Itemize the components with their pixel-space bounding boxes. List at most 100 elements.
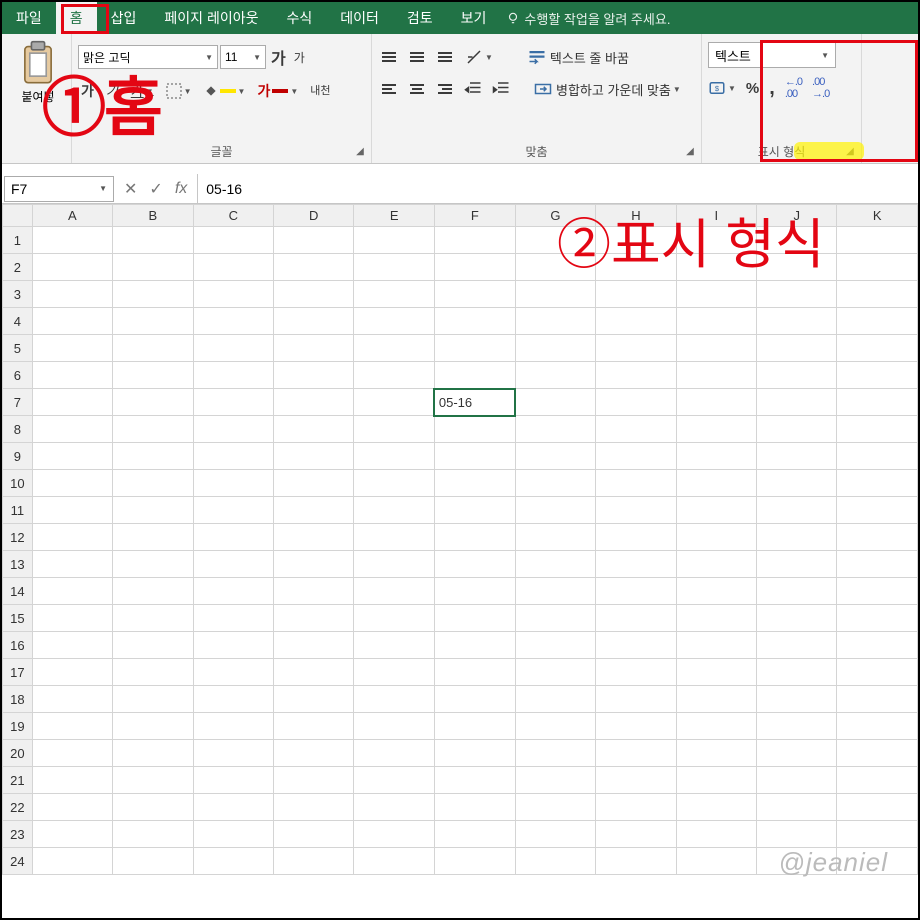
cell[interactable] <box>757 659 837 686</box>
cell[interactable] <box>434 848 515 875</box>
cell[interactable] <box>676 227 756 254</box>
align-left-button[interactable] <box>378 79 400 99</box>
cell[interactable] <box>113 821 193 848</box>
cell[interactable] <box>434 767 515 794</box>
cell[interactable] <box>113 470 193 497</box>
cell[interactable] <box>757 686 837 713</box>
cell[interactable] <box>757 578 837 605</box>
cell[interactable] <box>515 443 595 470</box>
cell[interactable] <box>837 227 918 254</box>
cell[interactable] <box>515 470 595 497</box>
tab-insert[interactable]: 삽입 <box>97 2 151 34</box>
underline-button[interactable]: 가▼ <box>128 81 157 101</box>
paste-icon[interactable] <box>17 40 59 86</box>
align-bottom-button[interactable] <box>434 47 456 67</box>
cell[interactable] <box>113 659 193 686</box>
cell[interactable] <box>354 632 434 659</box>
cell[interactable] <box>193 524 273 551</box>
cell[interactable] <box>193 551 273 578</box>
cell[interactable] <box>757 524 837 551</box>
cell[interactable] <box>434 605 515 632</box>
cell[interactable] <box>193 713 273 740</box>
row-header[interactable]: 17 <box>3 659 33 686</box>
cell[interactable] <box>274 578 354 605</box>
tab-data[interactable]: 데이터 <box>326 2 393 34</box>
cell[interactable] <box>676 497 756 524</box>
cell[interactable] <box>434 524 515 551</box>
cell[interactable] <box>274 281 354 308</box>
cell[interactable] <box>676 632 756 659</box>
cell[interactable] <box>113 335 193 362</box>
cell[interactable] <box>354 605 434 632</box>
cell[interactable] <box>193 794 273 821</box>
column-header[interactable]: H <box>596 205 676 227</box>
cell[interactable] <box>434 713 515 740</box>
row-header[interactable]: 16 <box>3 632 33 659</box>
cell[interactable] <box>113 578 193 605</box>
cell[interactable] <box>837 335 918 362</box>
cell[interactable] <box>274 254 354 281</box>
increase-decimal-button[interactable]: ←.0.00 <box>785 76 802 100</box>
cell[interactable] <box>32 254 112 281</box>
cell[interactable] <box>113 605 193 632</box>
cell[interactable] <box>434 740 515 767</box>
cell[interactable] <box>274 740 354 767</box>
cell[interactable] <box>596 281 676 308</box>
align-launcher[interactable]: ◢ <box>683 145 697 159</box>
cell[interactable] <box>515 713 595 740</box>
cell[interactable] <box>193 578 273 605</box>
cell[interactable] <box>837 443 918 470</box>
row-header[interactable]: 2 <box>3 254 33 281</box>
cell[interactable] <box>676 470 756 497</box>
cell[interactable] <box>515 416 595 443</box>
cell[interactable] <box>113 524 193 551</box>
cell[interactable] <box>596 605 676 632</box>
cell[interactable] <box>596 551 676 578</box>
cell[interactable] <box>32 821 112 848</box>
tab-formulas[interactable]: 수식 <box>272 2 326 34</box>
cell[interactable] <box>113 740 193 767</box>
cell[interactable] <box>274 416 354 443</box>
row-header[interactable]: 24 <box>3 848 33 875</box>
number-launcher[interactable]: ◢ <box>843 145 857 159</box>
row-header[interactable]: 14 <box>3 578 33 605</box>
cell[interactable] <box>354 794 434 821</box>
row-header[interactable]: 15 <box>3 605 33 632</box>
cell[interactable] <box>354 281 434 308</box>
cell[interactable] <box>596 659 676 686</box>
cell[interactable] <box>596 686 676 713</box>
cell[interactable] <box>837 578 918 605</box>
row-header[interactable]: 19 <box>3 713 33 740</box>
cell[interactable] <box>32 794 112 821</box>
cell[interactable] <box>354 848 434 875</box>
cell[interactable] <box>32 416 112 443</box>
cell[interactable] <box>274 335 354 362</box>
cell[interactable] <box>676 281 756 308</box>
cell[interactable] <box>515 335 595 362</box>
cell[interactable] <box>676 416 756 443</box>
cell[interactable] <box>32 524 112 551</box>
cell[interactable] <box>434 470 515 497</box>
align-center-button[interactable] <box>406 79 428 99</box>
cell[interactable] <box>434 821 515 848</box>
cell[interactable] <box>32 605 112 632</box>
cell[interactable] <box>837 362 918 389</box>
align-right-button[interactable] <box>434 79 456 99</box>
accounting-format-button[interactable]: $ ▼ <box>708 79 736 97</box>
cell[interactable] <box>757 848 837 875</box>
cell[interactable] <box>193 848 273 875</box>
cell[interactable] <box>837 389 918 416</box>
cell[interactable] <box>434 794 515 821</box>
cell[interactable] <box>837 497 918 524</box>
row-header[interactable]: 11 <box>3 497 33 524</box>
cell[interactable] <box>596 578 676 605</box>
cell[interactable] <box>113 281 193 308</box>
cell[interactable] <box>837 605 918 632</box>
name-box[interactable]: F7 ▼ <box>4 176 114 202</box>
cell[interactable] <box>676 308 756 335</box>
comma-button[interactable]: , <box>769 77 775 100</box>
cell[interactable] <box>434 551 515 578</box>
cell[interactable] <box>837 470 918 497</box>
cell[interactable] <box>274 713 354 740</box>
cell[interactable] <box>113 362 193 389</box>
